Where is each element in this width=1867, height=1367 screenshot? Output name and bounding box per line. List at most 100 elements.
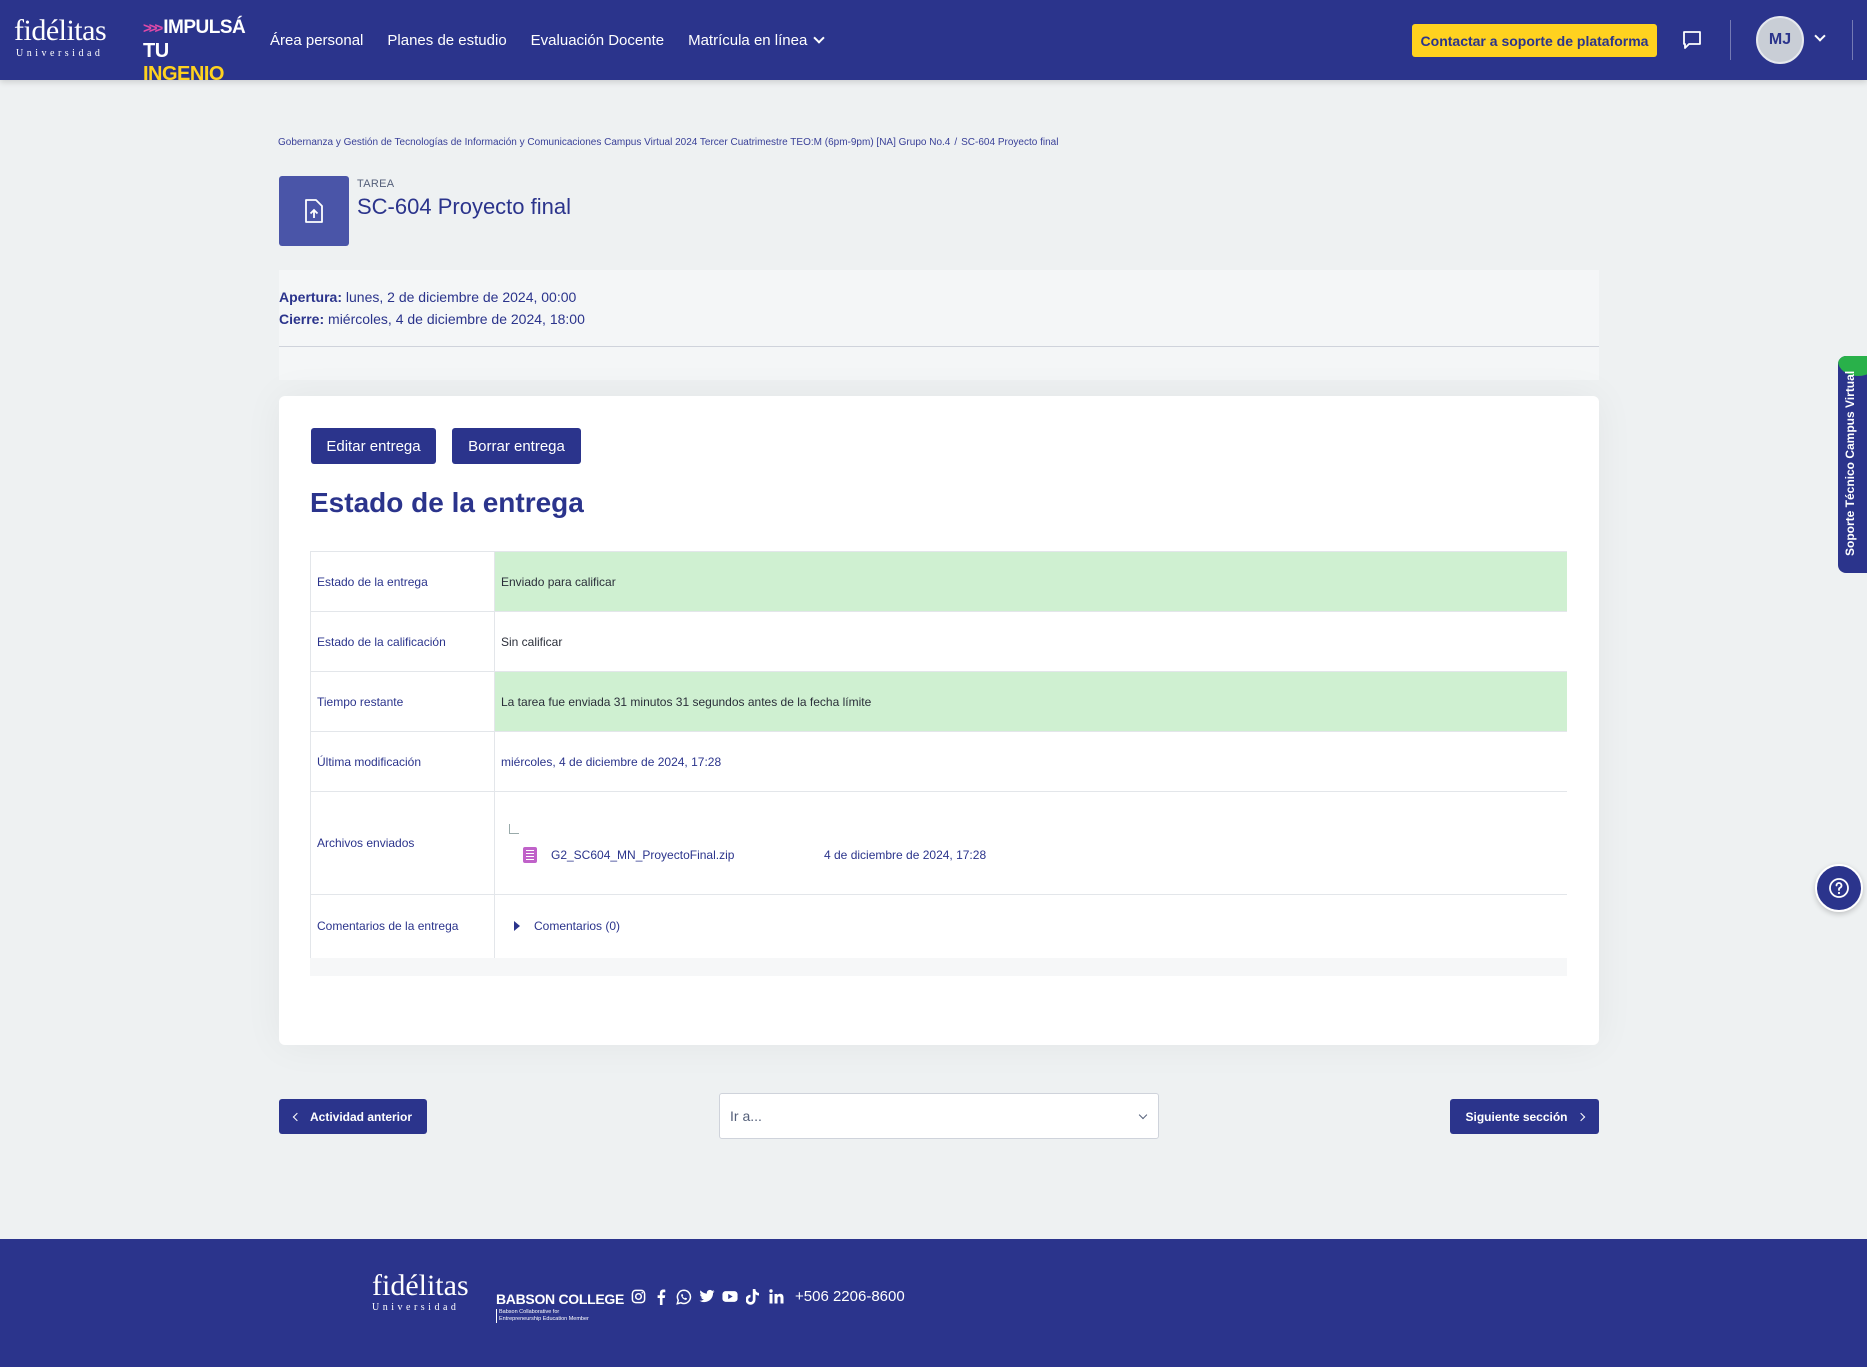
message-icon[interactable] bbox=[1680, 28, 1704, 52]
jump-to-select[interactable]: Ir a... bbox=[719, 1093, 1159, 1139]
tree-line bbox=[509, 824, 519, 834]
file-link[interactable]: G2_SC604_MN_ProyectoFinal.zip bbox=[551, 848, 824, 862]
page-footer bbox=[0, 1239, 1867, 1367]
help-button[interactable] bbox=[1815, 864, 1863, 912]
breadcrumb-current[interactable]: SC-604 Proyecto final bbox=[961, 137, 1058, 148]
arrows-icon: >>> bbox=[143, 20, 163, 37]
youtube-icon[interactable] bbox=[722, 1289, 738, 1305]
question-icon bbox=[1829, 878, 1849, 898]
table-row: Última modificación miércoles, 4 de dici… bbox=[310, 731, 1567, 792]
top-navbar: fidélitas Universidad >>> IMPULSÁ TU INGE… bbox=[0, 0, 1867, 85]
row-value: Sin calificar bbox=[494, 611, 1567, 672]
babson-sub1: Babson Collaborative for bbox=[499, 1309, 560, 1315]
footer-logo-subtext: Universidad bbox=[372, 1302, 460, 1313]
caret-right-icon bbox=[514, 921, 520, 932]
open-date: Apertura: lunes, 2 de diciembre de 2024,… bbox=[279, 289, 576, 305]
table-row: Estado de la entrega Enviado para califi… bbox=[310, 551, 1567, 612]
nav-divider bbox=[1852, 20, 1853, 60]
section-title: Estado de la entrega bbox=[310, 487, 584, 518]
open-date-label: Apertura: bbox=[279, 289, 343, 305]
chevron-down-icon bbox=[1138, 1110, 1148, 1120]
nav-matricula-label: Matrícula en línea bbox=[688, 31, 808, 49]
nav-planes-estudio[interactable]: Planes de estudio bbox=[387, 32, 506, 49]
facebook-icon[interactable] bbox=[653, 1289, 669, 1305]
files-cell: G2_SC604_MN_ProyectoFinal.zip 4 de dicie… bbox=[494, 791, 1567, 895]
slogan-line2b: INGENIO bbox=[143, 63, 224, 85]
activity-dates: Apertura: lunes, 2 de diciembre de 2024,… bbox=[279, 270, 1599, 380]
babson-sub2: Entrepreneurship Education Member bbox=[499, 1316, 589, 1322]
comments-cell: Comentarios (0) bbox=[494, 894, 1567, 958]
linkedin-icon[interactable] bbox=[768, 1289, 784, 1305]
row-label: Estado de la calificación bbox=[310, 611, 495, 672]
row-label: Última modificación bbox=[310, 731, 495, 792]
chevron-down-icon bbox=[813, 32, 825, 44]
table-footer bbox=[310, 958, 1567, 976]
twitter-icon[interactable] bbox=[699, 1289, 715, 1305]
next-section-button[interactable]: Siguiente sección bbox=[1450, 1099, 1599, 1134]
nav-area-personal[interactable]: Área personal bbox=[270, 32, 363, 49]
comments-link[interactable]: Comentarios (0) bbox=[534, 919, 620, 933]
edit-submission-button[interactable]: Editar entrega bbox=[311, 428, 436, 464]
nav-matricula-dropdown[interactable]: Matrícula en línea bbox=[688, 31, 825, 49]
nav-divider bbox=[1730, 20, 1731, 60]
tiktok-icon[interactable] bbox=[745, 1288, 761, 1305]
file-date: 4 de diciembre de 2024, 17:28 bbox=[824, 848, 987, 862]
chevron-left-icon bbox=[292, 1112, 302, 1121]
user-avatar[interactable]: MJ bbox=[1756, 16, 1804, 64]
file-item: G2_SC604_MN_ProyectoFinal.zip 4 de dicie… bbox=[523, 847, 1567, 863]
zip-file-icon bbox=[523, 847, 537, 863]
instagram-icon[interactable] bbox=[630, 1289, 646, 1305]
nav-evaluacion-docente[interactable]: Evaluación Docente bbox=[531, 32, 664, 49]
tech-support-tab[interactable]: Soporte Técnico Campus Virtual bbox=[1838, 356, 1867, 573]
row-value: La tarea fue enviada 31 minutos 31 segun… bbox=[494, 671, 1567, 732]
contact-support-button[interactable]: Contactar a soporte de plataforma bbox=[1412, 24, 1657, 57]
open-date-value: lunes, 2 de diciembre de 2024, 00:00 bbox=[345, 289, 577, 305]
activity-type: TAREA bbox=[357, 178, 395, 190]
footer-logo: fidélitas Universidad bbox=[372, 1269, 469, 1314]
babson-logo: BABSON COLLEGE Babson Collaborative for E… bbox=[496, 1291, 624, 1323]
social-links: +506 2206-8600 bbox=[630, 1288, 905, 1305]
chevron-right-icon bbox=[1576, 1112, 1585, 1121]
comments-toggle[interactable]: Comentarios (0) bbox=[514, 919, 1567, 933]
divider bbox=[279, 346, 1599, 347]
logo-text: fidélitas bbox=[14, 14, 107, 47]
next-section-label: Siguiente sección bbox=[1465, 1109, 1568, 1124]
table-row: Archivos enviados G2_SC604_MN_ProyectoFi… bbox=[310, 791, 1567, 895]
row-label: Estado de la entrega bbox=[310, 551, 495, 612]
row-value: Enviado para calificar bbox=[494, 551, 1567, 612]
table-row: Estado de la calificación Sin calificar bbox=[310, 611, 1567, 672]
page-title: SC-604 Proyecto final bbox=[357, 194, 571, 219]
main-nav: Área personal Planes de estudio Evaluaci… bbox=[270, 0, 847, 80]
footer-phone[interactable]: +506 2206-8600 bbox=[795, 1288, 905, 1305]
whatsapp-icon[interactable] bbox=[676, 1289, 692, 1305]
table-row: Comentarios de la entrega Comentarios (0… bbox=[310, 894, 1567, 958]
logo-subtext: Universidad bbox=[16, 48, 104, 59]
babson-title: BABSON COLLEGE bbox=[496, 1291, 625, 1307]
fidelitas-logo[interactable]: fidélitas Universidad bbox=[14, 14, 130, 66]
breadcrumb-course[interactable]: Gobernanza y Gestión de Tecnologías de I… bbox=[278, 137, 950, 148]
breadcrumb: Gobernanza y Gestión de Tecnologías de I… bbox=[278, 137, 1058, 148]
table-row: Tiempo restante La tarea fue enviada 31 … bbox=[310, 671, 1567, 732]
file-upload-icon bbox=[279, 176, 349, 246]
slogan-logo: >>> IMPULSÁ TU INGENIO bbox=[143, 16, 246, 85]
tech-support-label: Soporte Técnico Campus Virtual bbox=[1843, 370, 1857, 556]
delete-submission-button[interactable]: Borrar entrega bbox=[452, 428, 581, 464]
previous-activity-label: Actividad anterior bbox=[309, 1109, 413, 1124]
close-date-value: miércoles, 4 de diciembre de 2024, 18:00 bbox=[328, 311, 585, 327]
close-date: Cierre: miércoles, 4 de diciembre de 202… bbox=[279, 311, 585, 327]
jump-to-value: Ir a... bbox=[730, 1108, 762, 1124]
chevron-down-icon[interactable] bbox=[1814, 30, 1826, 42]
submission-status-table: Estado de la entrega Enviado para califi… bbox=[310, 551, 1567, 958]
breadcrumb-separator: / bbox=[954, 137, 958, 148]
row-label: Archivos enviados bbox=[310, 791, 495, 895]
previous-activity-button[interactable]: Actividad anterior bbox=[279, 1099, 427, 1134]
row-value: miércoles, 4 de diciembre de 2024, 17:28 bbox=[494, 731, 1567, 792]
row-label: Tiempo restante bbox=[310, 671, 495, 732]
babson-subtitle: Babson Collaborative for Entrepreneurship… bbox=[496, 1309, 624, 1323]
close-date-label: Cierre: bbox=[279, 311, 325, 327]
submission-card: Editar entrega Borrar entrega Estado de … bbox=[279, 396, 1599, 1045]
slogan-line2a: TU bbox=[143, 40, 169, 62]
row-label: Comentarios de la entrega bbox=[310, 894, 495, 958]
footer-logo-text: fidélitas bbox=[372, 1269, 469, 1302]
slogan-line1: IMPULSÁ bbox=[163, 17, 246, 38]
